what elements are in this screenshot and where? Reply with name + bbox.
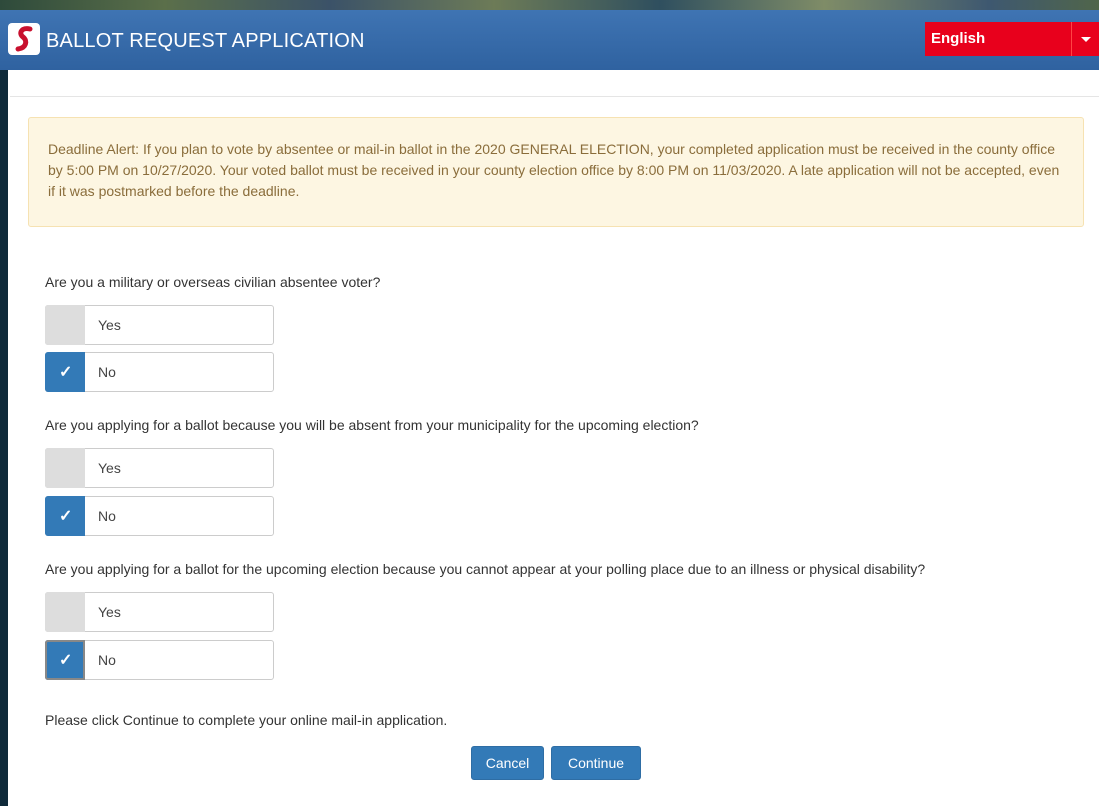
- checkmark-icon: ✓: [59, 652, 73, 669]
- option-illness-yes[interactable]: Yes: [45, 592, 274, 632]
- checkbox[interactable]: [45, 305, 85, 345]
- checkbox[interactable]: ✓: [45, 496, 85, 536]
- divider: [10, 96, 1099, 97]
- checkbox[interactable]: [45, 448, 85, 488]
- language-select[interactable]: English: [925, 22, 1099, 56]
- checkbox[interactable]: [45, 592, 85, 632]
- checkbox[interactable]: ✓: [45, 352, 85, 392]
- question-illness-disability: Are you applying for a ballot for the up…: [45, 561, 926, 577]
- left-rail: [0, 70, 8, 806]
- state-logo-icon: [8, 23, 40, 55]
- option-military-no[interactable]: ✓ No: [45, 352, 274, 392]
- option-illness-no[interactable]: ✓ No: [45, 640, 274, 680]
- deadline-alert: Deadline Alert: If you plan to vote by a…: [28, 117, 1084, 227]
- background-banner: [0, 0, 1099, 10]
- checkmark-icon: ✓: [59, 364, 73, 381]
- option-label: No: [98, 364, 116, 380]
- app-header: BALLOT REQUEST APPLICATION English: [0, 10, 1099, 71]
- option-absent-yes[interactable]: Yes: [45, 448, 274, 488]
- option-military-yes[interactable]: Yes: [45, 305, 274, 345]
- checkbox[interactable]: ✓: [45, 640, 85, 680]
- question-military-voter: Are you a military or overseas civilian …: [45, 274, 381, 290]
- page-title: BALLOT REQUEST APPLICATION: [46, 30, 365, 52]
- option-label: Yes: [98, 317, 121, 333]
- cancel-button[interactable]: Cancel: [471, 746, 544, 780]
- option-label: No: [98, 652, 116, 668]
- language-selected-value: English: [931, 30, 986, 47]
- deadline-alert-text: Deadline Alert: If you plan to vote by a…: [48, 141, 1060, 199]
- option-label: Yes: [98, 604, 121, 620]
- checkmark-icon: ✓: [59, 508, 73, 525]
- continue-button[interactable]: Continue: [551, 746, 641, 780]
- main-panel: Deadline Alert: If you plan to vote by a…: [8, 70, 1099, 806]
- question-absent-municipality: Are you applying for a ballot because yo…: [45, 417, 699, 433]
- option-label: Yes: [98, 460, 121, 476]
- continue-instruction: Please click Continue to complete your o…: [45, 712, 448, 728]
- caret-down-icon[interactable]: [1071, 22, 1099, 56]
- option-label: No: [98, 508, 116, 524]
- option-absent-no[interactable]: ✓ No: [45, 496, 274, 536]
